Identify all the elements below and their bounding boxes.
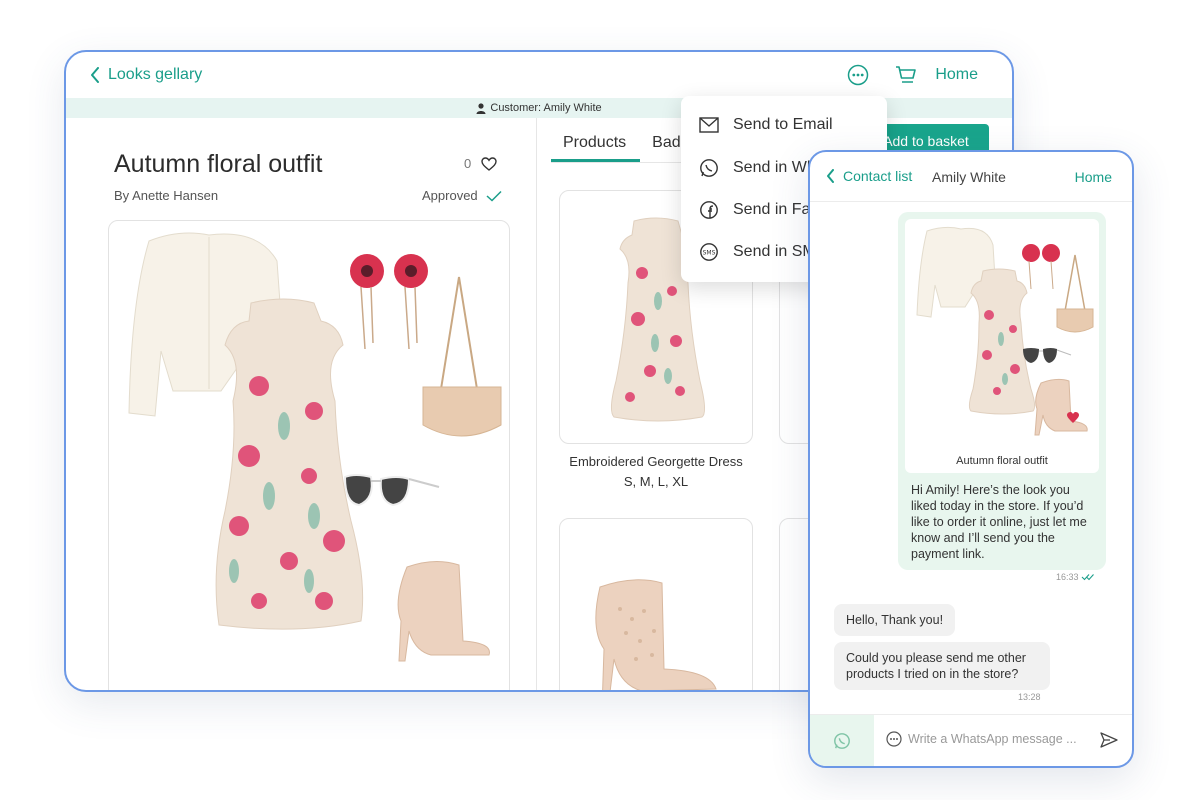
outgoing-message: Autumn floral outfit Hi Amily! Here’s th…: [898, 212, 1106, 570]
more-options-icon[interactable]: [886, 731, 902, 747]
cart-icon[interactable]: [895, 64, 917, 86]
user-icon: [476, 102, 486, 114]
message-input-placeholder: Write a WhatsApp message ...: [908, 732, 1077, 746]
incoming-message-time: 13:28: [1018, 692, 1041, 702]
look-panel: Autumn floral outfit By Anette Hansen 0 …: [66, 118, 536, 690]
outgoing-message-time: 16:33: [1056, 572, 1095, 582]
approval-status: Approved: [422, 188, 502, 203]
customer-label: Customer: Amily White: [490, 102, 602, 114]
chat-composer: Write a WhatsApp message ...: [810, 714, 1132, 766]
product-name: Embroidered Georgette Dress: [569, 454, 743, 469]
home-link[interactable]: Home: [935, 66, 978, 84]
check-icon: [486, 190, 502, 202]
phone-window: Contact list Amily White Home Autumn flo…: [808, 150, 1134, 768]
facebook-icon: [700, 201, 718, 219]
chevron-left-icon: [827, 169, 834, 183]
chat-header: Contact list Amily White Home: [810, 152, 1132, 202]
heart-icon[interactable]: [481, 156, 497, 171]
whatsapp-icon: [834, 733, 850, 749]
double-check-icon: [1081, 574, 1094, 581]
tab-bar: Products Bad: [551, 118, 695, 162]
sms-icon: SMS: [700, 243, 718, 261]
incoming-message: Hello, Thank you!: [834, 604, 956, 636]
whatsapp-icon: [700, 159, 718, 177]
look-title: Autumn floral outfit: [114, 150, 323, 178]
send-icon[interactable]: [1100, 731, 1118, 749]
contact-list-label: Contact list: [843, 168, 913, 184]
product-boot-image: [595, 579, 717, 690]
send-to-email-item[interactable]: Send to Email: [699, 116, 833, 134]
outgoing-time-label: 16:33: [1056, 572, 1079, 582]
product-card-boot[interactable]: [559, 518, 753, 690]
look-preview-image: [916, 226, 1094, 436]
look-preview[interactable]: Autumn floral outfit: [905, 219, 1099, 473]
sunglasses-image: [343, 474, 440, 507]
product-sizes: S, M, L, XL: [623, 474, 689, 489]
outfit-collage: [108, 220, 510, 690]
back-to-contact-list[interactable]: Contact list: [826, 168, 912, 184]
send-to-email-label: Send to Email: [733, 116, 833, 133]
outgoing-message-text: Hi Amily! Here’s the look you liked toda…: [911, 483, 1087, 561]
dress-image: [215, 298, 364, 630]
contact-name: Amily White: [932, 169, 1006, 185]
boot-image: [397, 561, 490, 662]
message-input[interactable]: Write a WhatsApp message ...: [886, 731, 1077, 747]
product-info: Embroidered Georgette Dress S, M, L, XL: [559, 452, 753, 492]
look-preview-caption: Autumn floral outfit: [956, 455, 1048, 467]
status-label: Approved: [422, 188, 478, 203]
incoming-message: Could you please send me other products …: [834, 642, 1050, 690]
whatsapp-channel-button[interactable]: [810, 715, 874, 766]
more-options-icon[interactable]: [847, 64, 869, 86]
home-link[interactable]: Home: [1075, 169, 1112, 185]
look-author: By Anette Hansen: [114, 188, 219, 203]
chevron-left-icon: [91, 67, 99, 83]
handbag-image: [422, 276, 502, 437]
likes-count: 0: [464, 156, 472, 171]
back-to-looks-gallery[interactable]: Looks gellary: [90, 66, 202, 84]
outfit-image: [128, 232, 502, 662]
back-label: Looks gellary: [108, 66, 203, 83]
svg-text:SMS: SMS: [703, 250, 716, 257]
mail-icon: [699, 117, 719, 133]
earrings-image: [350, 254, 428, 350]
tab-products[interactable]: Products: [551, 118, 641, 162]
likes: 0: [464, 156, 497, 171]
